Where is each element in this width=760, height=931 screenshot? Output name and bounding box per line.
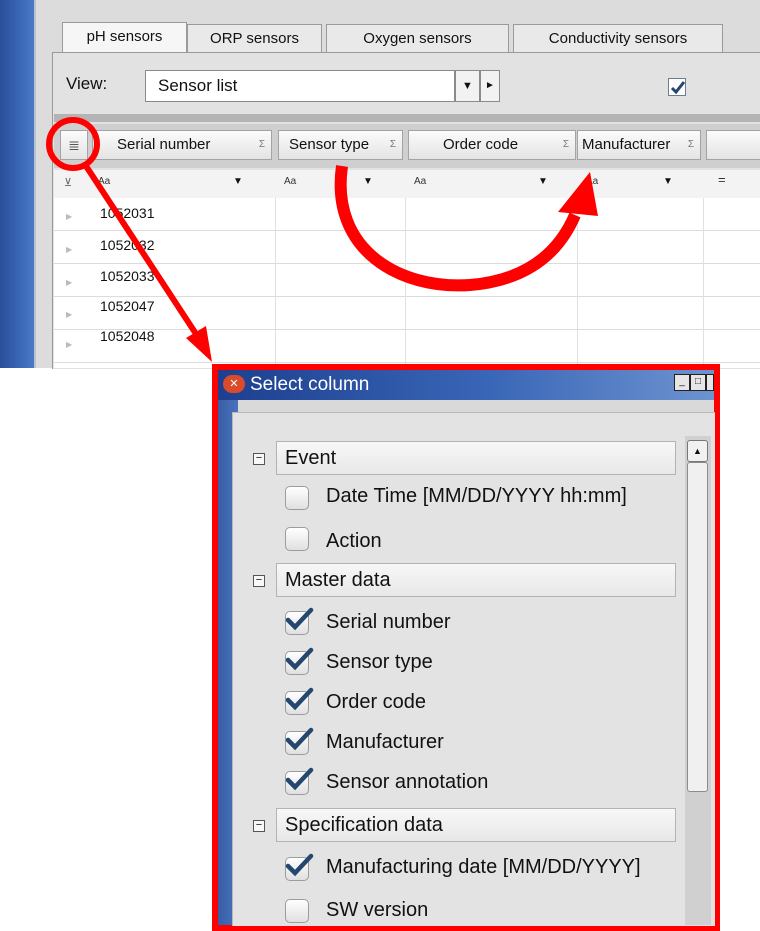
annotation-arrow-line bbox=[83, 164, 203, 342]
annotation-overlay bbox=[46, 117, 598, 362]
arrow-head-icon bbox=[186, 326, 212, 362]
move-column-arrow bbox=[334, 165, 581, 292]
arrow-head-icon bbox=[558, 172, 598, 216]
highlight-circle bbox=[46, 117, 100, 171]
